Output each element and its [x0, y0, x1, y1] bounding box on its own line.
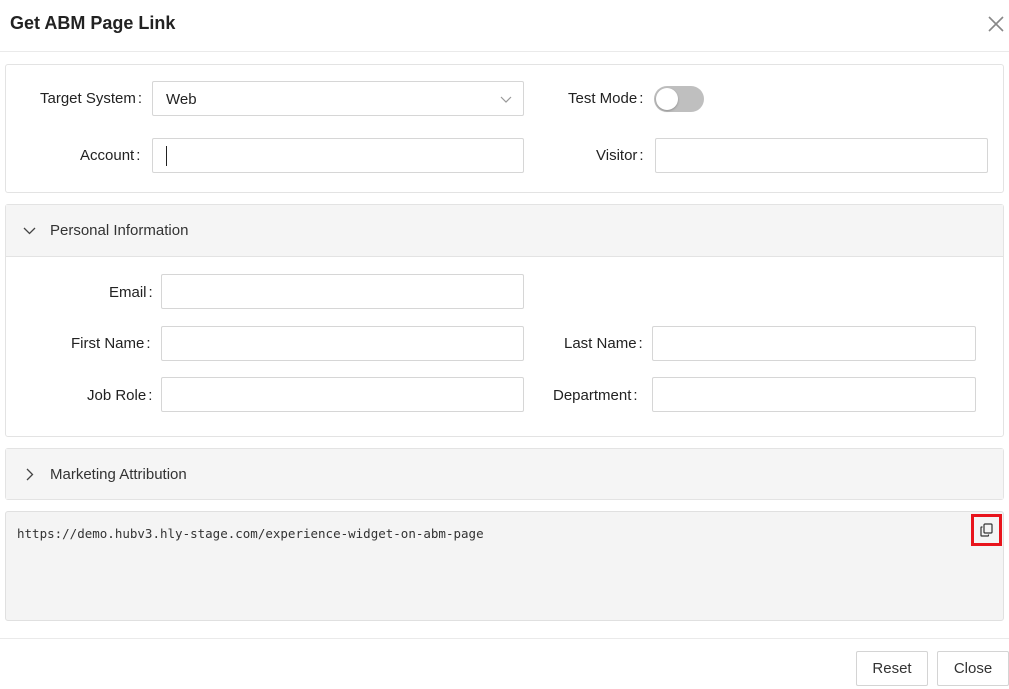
target-system-select[interactable]: Web: [152, 81, 524, 116]
test-mode-toggle[interactable]: [654, 86, 704, 112]
marketing-attribution-panel: Marketing Attribution: [5, 448, 1004, 500]
department-label: Department:: [553, 387, 638, 404]
target-system-value: Web: [166, 91, 197, 108]
chevron-down-icon: [500, 96, 512, 103]
footer-divider: [0, 638, 1009, 639]
marketing-attribution-header[interactable]: Marketing Attribution: [6, 449, 1003, 499]
personal-information-title: Personal Information: [50, 222, 189, 239]
generated-link-box: https://demo.hubv3.hly-stage.com/experie…: [5, 511, 1004, 621]
personal-information-header[interactable]: Personal Information: [6, 205, 1003, 256]
marketing-attribution-title: Marketing Attribution: [50, 466, 187, 483]
chevron-right-icon: [26, 468, 34, 481]
department-input[interactable]: [652, 377, 976, 412]
copy-link-button[interactable]: [971, 514, 1002, 546]
copy-icon: [980, 523, 993, 537]
visitor-label: Visitor:: [596, 147, 644, 164]
target-system-label: Target System:: [40, 90, 143, 107]
account-input[interactable]: [152, 138, 524, 173]
test-mode-label: Test Mode:: [568, 90, 644, 107]
last-name-input[interactable]: [652, 326, 976, 361]
close-button[interactable]: Close: [937, 651, 1009, 686]
text-caret: [166, 146, 167, 166]
toggle-knob: [656, 88, 678, 110]
dialog-header: Get ABM Page Link: [0, 0, 1009, 52]
dialog-title: Get ABM Page Link: [10, 13, 176, 33]
reset-button[interactable]: Reset: [856, 651, 928, 686]
email-label: Email:: [109, 284, 153, 301]
email-input[interactable]: [161, 274, 524, 309]
first-name-label: First Name:: [71, 335, 151, 352]
job-role-input[interactable]: [161, 377, 524, 412]
account-label: Account:: [80, 147, 141, 164]
last-name-label: Last Name:: [564, 335, 643, 352]
close-icon[interactable]: [986, 14, 1006, 34]
first-name-input[interactable]: [161, 326, 524, 361]
generated-link-url[interactable]: https://demo.hubv3.hly-stage.com/experie…: [17, 526, 484, 541]
job-role-label: Job Role:: [87, 387, 153, 404]
visitor-input[interactable]: [655, 138, 988, 173]
chevron-down-icon: [23, 227, 36, 235]
